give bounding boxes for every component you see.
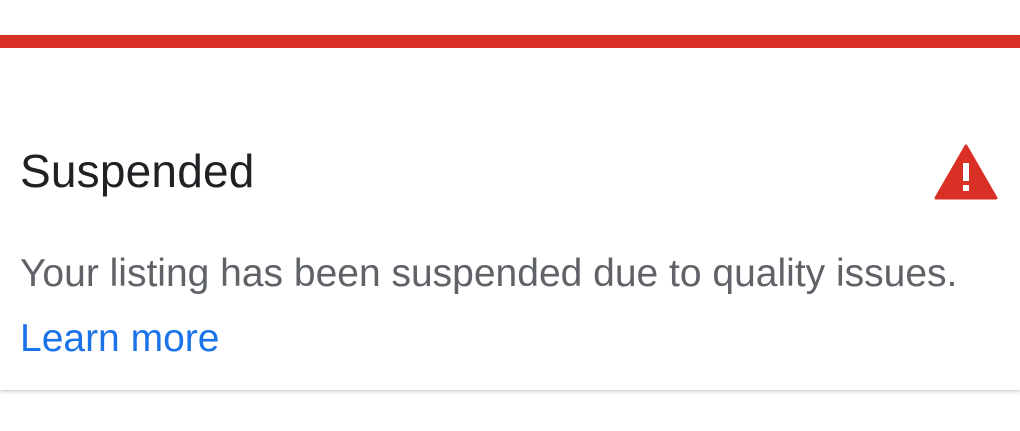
learn-more-link[interactable]: Learn more [20,317,219,360]
status-title: Suspended [20,145,255,197]
status-message: Your listing has been suspended due to q… [20,241,980,371]
status-accent-bar [0,35,1020,48]
warning-triangle-icon [934,144,998,200]
status-message-text: Your listing has been suspended due to q… [20,252,958,295]
page: Suspended Your listing has been suspende… [0,0,1020,431]
suspension-status-card: Suspended Your listing has been suspende… [0,35,1020,390]
